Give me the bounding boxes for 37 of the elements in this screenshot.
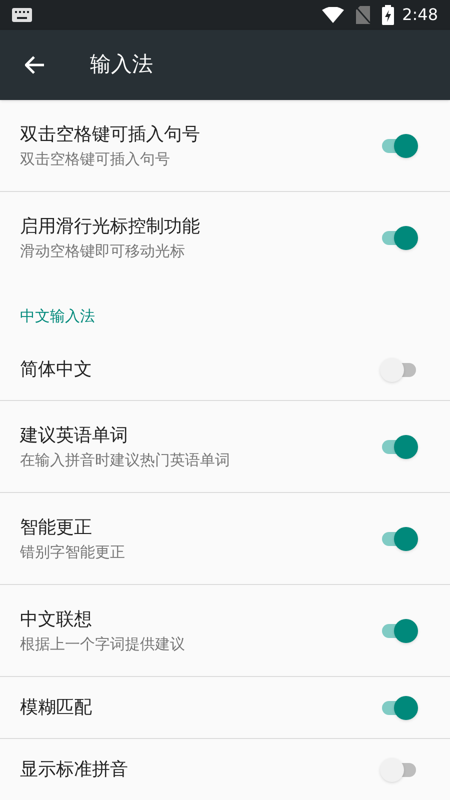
setting-title: 启用滑行光标控制功能 <box>20 215 201 239</box>
toggle-switch[interactable] <box>380 618 418 642</box>
toggle-switch[interactable] <box>380 434 418 458</box>
battery-charging-icon <box>382 5 394 25</box>
keyboard-icon <box>12 8 32 22</box>
setting-title: 建议英语单词 <box>20 424 129 448</box>
wifi-icon <box>322 7 344 23</box>
no-sim-icon <box>356 6 370 24</box>
setting-title: 简体中文 <box>20 358 93 382</box>
setting-row[interactable]: 建议英语单词 在输入拼音时建议热门英语单词 <box>0 401 450 493</box>
setting-summary: 滑动空格键即可移动光标 <box>20 241 186 262</box>
setting-row[interactable]: 中文联想 根据上一个字词提供建议 <box>0 585 450 677</box>
setting-summary: 双击空格键可插入句号 <box>20 148 171 170</box>
toggle-switch[interactable] <box>380 358 418 382</box>
setting-row[interactable]: 显示标准拼音 <box>0 739 450 800</box>
setting-title: 双击空格键可插入句号 <box>20 122 201 146</box>
setting-summary: 在输入拼音时建议热门英语单词 <box>20 450 231 470</box>
toggle-switch[interactable] <box>380 226 418 250</box>
setting-row[interactable]: 双击空格键可插入句号 双击空格键可插入句号 <box>0 100 450 192</box>
section-header: 中文输入法 <box>20 306 95 326</box>
back-arrow-icon <box>25 56 45 74</box>
setting-title: 智能更正 <box>20 516 93 540</box>
setting-row[interactable]: 启用滑行光标控制功能 滑动空格键即可移动光标 <box>0 192 450 284</box>
toggle-switch[interactable] <box>380 758 418 782</box>
toggle-switch[interactable] <box>380 696 418 720</box>
setting-summary: 错别字智能更正 <box>20 542 126 562</box>
setting-title: 显示标准拼音 <box>20 758 129 782</box>
setting-row[interactable]: 简体中文 <box>0 339 450 401</box>
setting-row[interactable]: 智能更正 错别字智能更正 <box>0 493 450 585</box>
setting-row[interactable]: 模糊匹配 <box>0 677 450 739</box>
toggle-switch[interactable] <box>380 134 418 158</box>
setting-title: 中文联想 <box>20 608 93 632</box>
setting-title: 模糊匹配 <box>20 696 93 720</box>
toolbar-title: 输入法 <box>90 51 153 78</box>
status-time: 2:48 <box>402 4 438 26</box>
toggle-switch[interactable] <box>380 526 418 550</box>
setting-summary: 根据上一个字词提供建议 <box>20 634 186 654</box>
